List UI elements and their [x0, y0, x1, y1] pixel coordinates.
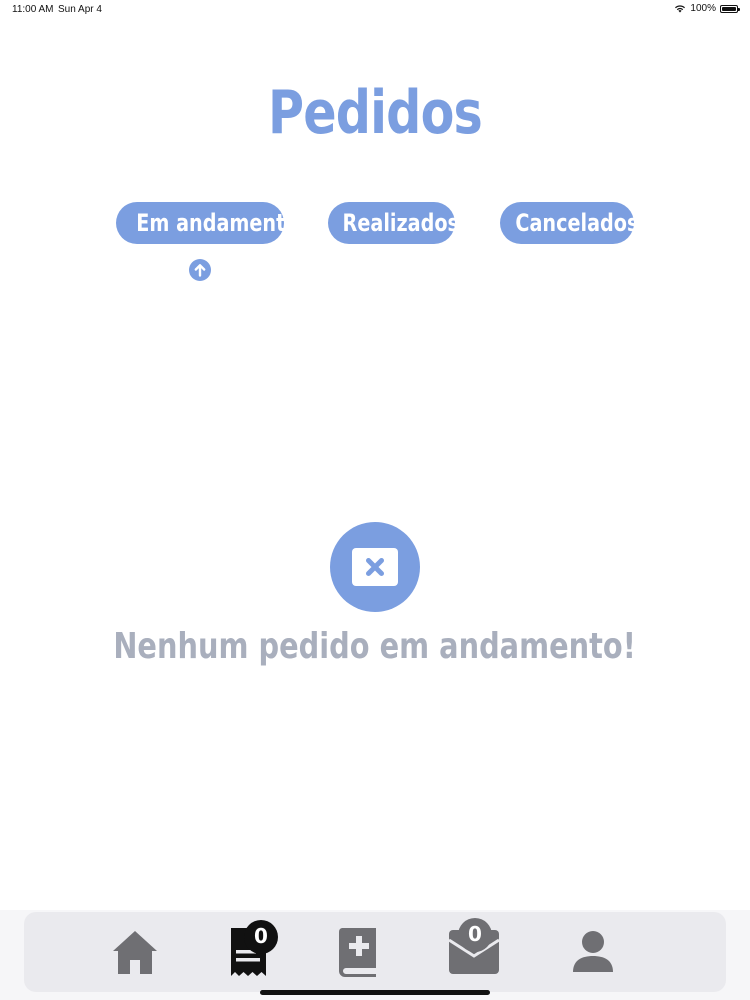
home-indicator [260, 990, 490, 995]
tab-realizados[interactable]: Realizados [328, 202, 459, 244]
page-title: Pedidos [267, 78, 483, 148]
status-indicators: 100% [674, 3, 740, 14]
nav-catalog[interactable] [334, 926, 384, 978]
packages-count-badge: 0 [458, 918, 492, 952]
user-icon [573, 931, 613, 972]
status-bar: 11:00 AM Sun Apr 4 100% [0, 0, 750, 18]
empty-state-message: Nenhum pedido em andamento! [0, 626, 750, 667]
empty-state-text: Nenhum pedido em andamento! [113, 626, 637, 667]
nav-orders[interactable]: 0 [226, 920, 278, 978]
medical-book-icon [338, 928, 376, 977]
status-date: Sun Apr 4 [58, 4, 102, 15]
nav-profile[interactable] [568, 926, 618, 978]
tab-em-andamento[interactable]: Em andamento [116, 202, 298, 244]
x-box-icon [330, 522, 420, 612]
home-icon [113, 931, 157, 974]
tab-label: Cancelados [515, 209, 639, 237]
order-status-tabs: Em andamento Realizados Cancelados [0, 202, 750, 244]
arrow-up-circle-icon [189, 259, 211, 281]
status-time: 11:00 AM [12, 4, 54, 15]
bottom-navigation: 0 0 [24, 912, 726, 992]
tab-label: Realizados [342, 209, 459, 237]
tab-cancelados[interactable]: Cancelados [500, 202, 638, 244]
wifi-icon [675, 5, 686, 13]
nav-packages[interactable]: 0 [446, 918, 500, 978]
tab-label: Em andamento [136, 209, 299, 237]
battery-percent: 100% [690, 3, 716, 14]
battery-icon [720, 4, 740, 13]
nav-home[interactable] [110, 926, 160, 978]
orders-count-badge: 0 [244, 920, 278, 954]
